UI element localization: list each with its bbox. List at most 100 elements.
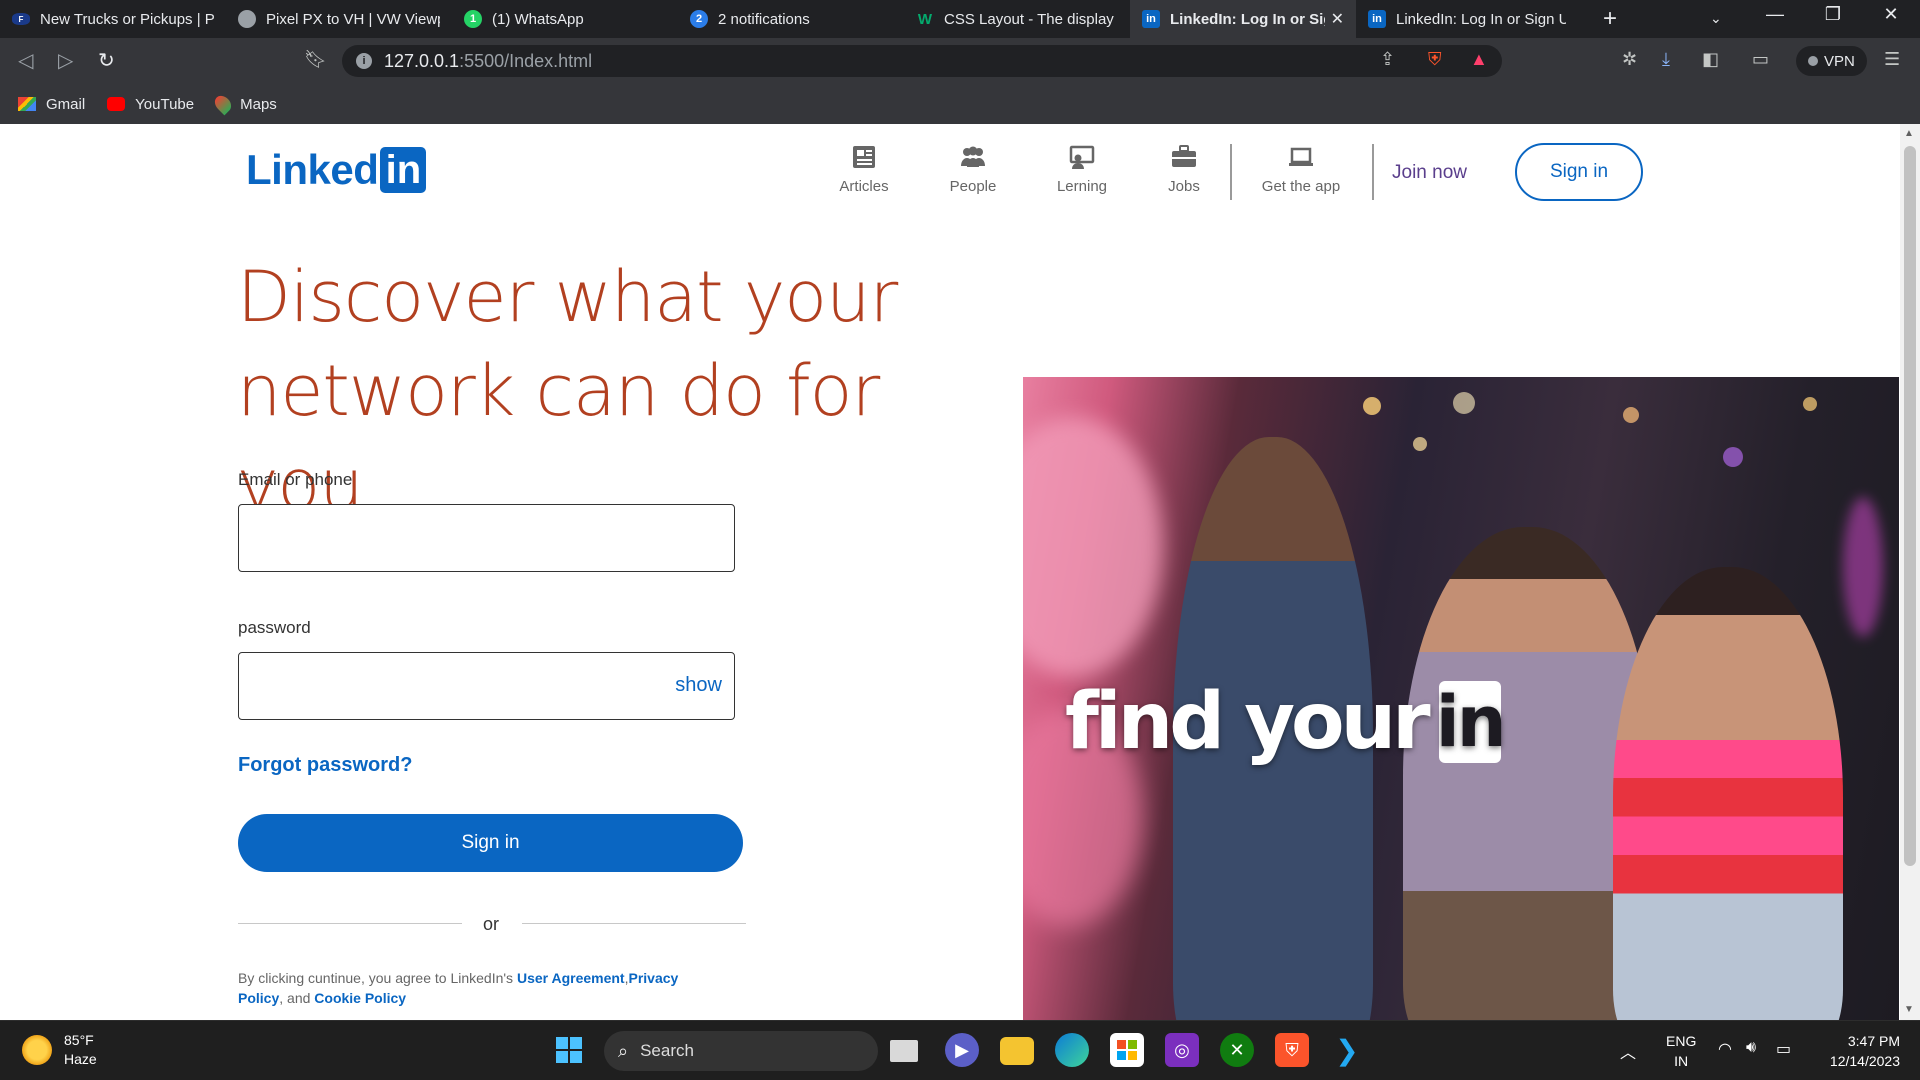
vscode-icon[interactable]: ❯ [1330, 1033, 1364, 1067]
back-icon[interactable]: ◁ [18, 48, 33, 73]
language-code: ENG [1666, 1033, 1697, 1049]
divider-line [238, 923, 462, 924]
bookmark-youtube[interactable]: YouTube [107, 96, 194, 113]
tab-title: New Trucks or Pickups | Pic [40, 10, 214, 28]
youtube-icon [107, 97, 126, 111]
teams-icon[interactable]: ▶ [945, 1033, 979, 1067]
taskbar-search-label: Search [640, 1041, 694, 1060]
wallet-icon[interactable]: ▭ [1752, 49, 1769, 70]
browser-tab[interactable]: 1 (1) WhatsApp [452, 0, 678, 38]
bokeh-light [1723, 447, 1743, 467]
w3schools-icon: W [917, 10, 933, 28]
tray-overflow-chevron-icon[interactable]: ︿ [1620, 1039, 1636, 1063]
weather-temperature: 85°F [64, 1032, 94, 1048]
weather-widget[interactable]: 85°F Haze [22, 1031, 97, 1069]
brave-shield-icon[interactable]: ⛨ [1428, 49, 1442, 70]
scrollbar-thumb[interactable] [1904, 146, 1916, 866]
sign-in-button[interactable]: Sign in [238, 814, 743, 872]
nav-divider [1372, 144, 1374, 200]
windows-start-icon[interactable] [552, 1033, 586, 1067]
close-window-icon[interactable]: ✕ [1876, 4, 1906, 25]
bookmark-icon[interactable]: 🔖︎ [304, 49, 327, 70]
edge-icon[interactable] [1055, 1033, 1089, 1067]
cookie-policy-link[interactable]: Cookie Policy [314, 990, 406, 1006]
language-indicator[interactable]: ENG IN [1666, 1031, 1696, 1071]
sidebar-icon[interactable]: ◧ [1702, 49, 1719, 70]
weather-condition: Haze [64, 1051, 97, 1067]
taskbar-search[interactable]: ⌕ Search [604, 1031, 878, 1071]
xbox-icon[interactable]: ✕ [1220, 1033, 1254, 1067]
share-icon[interactable]: ⇪ [1380, 49, 1395, 70]
vpn-status-icon [1808, 56, 1818, 66]
bokeh-light [1803, 397, 1817, 411]
file-explorer-icon[interactable] [1000, 1037, 1034, 1065]
restore-icon[interactable]: ❐ [1818, 4, 1848, 25]
forgot-password-link[interactable]: Forgot password? [238, 754, 412, 777]
nav-get-app[interactable]: Get the app [1256, 144, 1346, 195]
volume-icon[interactable]: 🔊︎ [1746, 1039, 1756, 1057]
jobs-icon [1172, 145, 1196, 167]
clock-date: 12/14/2023 [1829, 1053, 1900, 1069]
headline-line: network can do for you [237, 350, 880, 526]
linkedin-icon: in [1142, 10, 1160, 28]
minimize-icon[interactable]: — [1760, 4, 1790, 25]
divider-line [522, 923, 746, 924]
legal-text: By clicking cuntinue, you agree to Linke… [238, 970, 679, 1006]
browser-tab-active[interactable]: in LinkedIn: Log In or Sig ✕ [1130, 0, 1356, 38]
linkedin-logo[interactable]: Linked in [246, 146, 427, 194]
site-info-icon[interactable]: i [356, 53, 372, 69]
browser-tab[interactable]: 2 2 notifications [678, 0, 904, 38]
tab-title: 2 notifications [718, 10, 810, 28]
download-icon[interactable]: ⤓ [1662, 49, 1670, 70]
hero-image: find your in [1023, 377, 1899, 1020]
user-agreement-link[interactable]: User Agreement [517, 970, 625, 986]
browser-tab[interactable]: F New Trucks or Pickups | Pic [0, 0, 226, 38]
bookmark-maps[interactable]: Maps [211, 92, 277, 116]
nav-jobs[interactable]: Jobs [1139, 144, 1229, 195]
laptop-icon [1289, 147, 1313, 166]
forward-icon[interactable]: ▷ [58, 48, 73, 73]
battery-icon[interactable]: ▭ [1776, 1039, 1791, 1059]
join-now-link[interactable]: Join now [1392, 162, 1467, 184]
linkedin-icon: in [1368, 10, 1386, 28]
nav-people[interactable]: People [928, 144, 1018, 195]
reload-icon[interactable]: ↻ [98, 48, 115, 73]
system-clock[interactable]: 3:47 PM 12/14/2023 [1810, 1031, 1900, 1071]
chrome-icon [238, 10, 256, 28]
close-tab-icon[interactable]: ✕ [1331, 9, 1344, 29]
extensions-icon[interactable]: ✲ [1622, 49, 1637, 70]
tab-search-chevron-icon[interactable]: ⌄ [1710, 10, 1722, 27]
whatsapp-icon: 1 [464, 10, 482, 28]
url-field[interactable]: i 127.0.0.1:5500/Index.html [342, 45, 1502, 77]
clipchamp-icon[interactable]: ◎ [1165, 1033, 1199, 1067]
new-tab-button[interactable]: + [1596, 5, 1624, 33]
brave-browser-icon[interactable]: ⛨ [1275, 1033, 1309, 1067]
vpn-label: VPN [1824, 52, 1855, 70]
browser-tab[interactable]: Pixel PX to VH | VW Viewpo [226, 0, 452, 38]
menu-icon[interactable]: ☰ [1884, 49, 1900, 70]
header-sign-in-button[interactable]: Sign in [1515, 143, 1643, 201]
brave-rewards-icon[interactable]: ▲ [1470, 49, 1488, 70]
scroll-down-icon[interactable]: ▼ [1904, 1004, 1914, 1015]
nav-learning[interactable]: Lerning [1037, 144, 1127, 195]
show-password-button[interactable]: show [675, 674, 722, 697]
nav-articles[interactable]: Articles [819, 144, 909, 195]
browser-tab[interactable]: W CSS Layout - The display Pr [904, 0, 1130, 38]
vpn-button[interactable]: VPN [1796, 46, 1867, 76]
page-scrollbar[interactable]: ▲ ▼ [1900, 124, 1920, 1020]
microsoft-store-icon[interactable] [1110, 1033, 1144, 1067]
page-viewport: Linked in Articles People Lerning Jobs G… [0, 124, 1920, 1020]
email-field[interactable] [238, 504, 735, 572]
hero-caption-text: find your [1065, 677, 1431, 767]
bookmark-gmail[interactable]: Gmail [18, 96, 85, 113]
scroll-up-icon[interactable]: ▲ [1904, 128, 1914, 139]
task-view-icon[interactable] [890, 1040, 918, 1062]
browser-tab[interactable]: in LinkedIn: Log In or Sign Up [1356, 0, 1578, 38]
privacy-link[interactable]: Privacy [628, 970, 678, 986]
privacy-policy-link[interactable]: Policy [238, 990, 279, 1006]
password-label: password [238, 618, 311, 637]
wifi-icon[interactable]: ◠ [1718, 1039, 1732, 1059]
notification-icon: 2 [690, 10, 708, 28]
search-icon: ⌕ [618, 1040, 629, 1061]
password-field[interactable]: show [238, 652, 735, 720]
